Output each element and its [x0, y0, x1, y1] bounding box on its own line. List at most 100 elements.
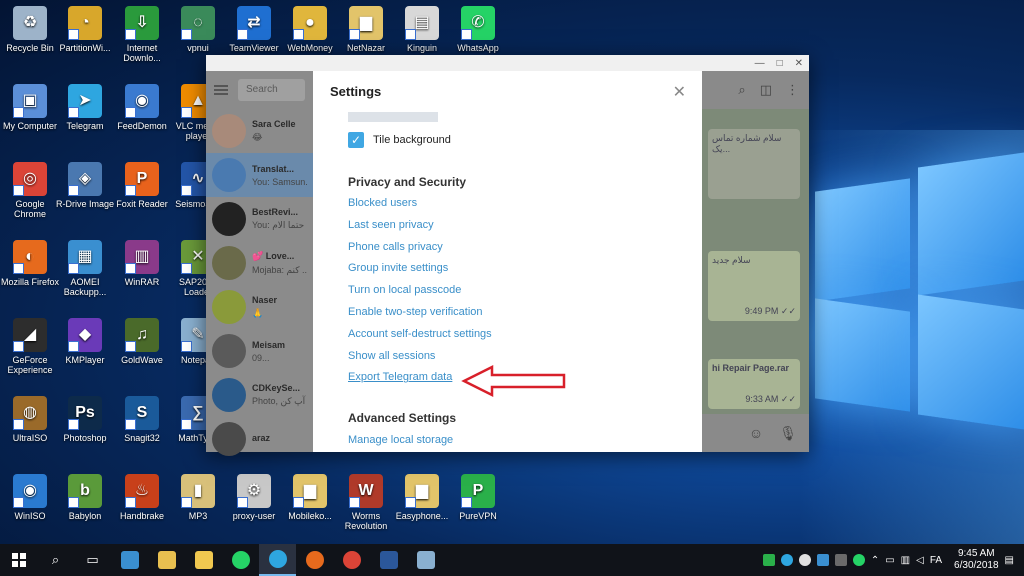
desktop-icon[interactable]: ▮ MP3	[168, 474, 228, 521]
volume-icon[interactable]: ◁	[916, 555, 924, 566]
taskbar-app-whatsapp[interactable]	[222, 544, 259, 576]
desktop-icon[interactable]: ♨ Handbrake	[112, 474, 172, 521]
avatar	[212, 422, 246, 456]
desktop-icon[interactable]: ♫ GoldWave	[112, 318, 172, 365]
menu-icon[interactable]	[214, 85, 228, 95]
tray-app-icon[interactable]	[762, 554, 775, 566]
desktop-icon[interactable]: ◔ PartitionWi...	[55, 6, 115, 53]
desktop-icon[interactable]: ⇩ Internet Downlo...	[112, 6, 172, 63]
desktop-icon[interactable]: Ps Photoshop	[55, 396, 115, 443]
close-icon[interactable]: ✕	[673, 82, 686, 102]
message-text: سلام شماره تماس یک...	[712, 133, 782, 154]
taskbar-app-word[interactable]	[370, 544, 407, 576]
desktop-icon-label: Mobileko...	[288, 511, 332, 521]
search-icon[interactable]: ⌕	[738, 82, 745, 98]
chevron-up-icon[interactable]: ⌃	[871, 555, 879, 566]
microphone-icon[interactable]: 🎙	[779, 425, 797, 442]
battery-icon[interactable]: ▭	[885, 555, 894, 566]
settings-link[interactable]: Group invite settings	[348, 262, 448, 274]
tray-telegram-icon[interactable]	[780, 554, 793, 566]
chat-list-item[interactable]: Naser 🙏	[206, 285, 313, 329]
desktop-icon[interactable]: ◉ FeedDemon	[112, 84, 172, 131]
desktop-icon[interactable]: W Worms Revolution	[336, 474, 396, 531]
desktop-icon[interactable]: ◈ R-Drive Image	[55, 162, 115, 209]
taskbar-app-chrome[interactable]	[333, 544, 370, 576]
app-icon: ➤	[68, 84, 102, 118]
settings-link[interactable]: Account self-destruct settings	[348, 328, 492, 340]
desktop-icon[interactable]: ⇄ TeamViewer	[224, 6, 284, 53]
desktop-icon[interactable]: ● WebMoney	[280, 6, 340, 53]
chat-list-item[interactable]: BestRevi... You: حتما الام	[206, 197, 313, 241]
desktop-icon[interactable]: ◎ Google Chrome	[0, 162, 60, 219]
app-icon: ▣	[13, 84, 47, 118]
chat-list-item[interactable]: CDKeySe... Photo, بک آپ کن	[206, 373, 313, 417]
tray-app-icon[interactable]	[852, 554, 865, 566]
desktop-icon[interactable]: ▆ Easyphone...	[392, 474, 452, 521]
desktop-icon[interactable]: ✆ WhatsApp	[448, 6, 508, 53]
chat-list-item[interactable]: Meisam 09...	[206, 329, 313, 373]
desktop-icon-label: WhatsApp	[457, 43, 499, 53]
desktop-icon[interactable]: ▆ NetNazar	[336, 6, 396, 53]
notifications-icon[interactable]: ▤	[1005, 555, 1014, 566]
clock-date: 6/30/2018	[954, 560, 999, 571]
search-input[interactable]: Search	[238, 79, 305, 101]
desktop-icon[interactable]: ◆ KMPlayer	[55, 318, 115, 365]
settings-link[interactable]: Last seen privacy	[348, 219, 434, 231]
desktop-icon[interactable]: ▦ AOMEI Backupp...	[55, 240, 115, 297]
message-composer[interactable]: ☺ 🎙	[702, 414, 809, 452]
desktop-icon[interactable]: P Foxit Reader	[112, 162, 172, 209]
desktop-icon[interactable]: b Babylon	[55, 474, 115, 521]
desktop-icon[interactable]: ◐ Mozilla Firefox	[0, 240, 60, 287]
windows-icon	[11, 553, 26, 567]
taskbar-app-firefox[interactable]	[296, 544, 333, 576]
settings-content[interactable]: ✓ Tile background Privacy and Security B…	[313, 112, 702, 452]
taskbar-app-file-explorer[interactable]	[185, 544, 222, 576]
desktop-icon[interactable]: ▆ Mobileko...	[280, 474, 340, 521]
desktop-icon[interactable]: ▤ Kinguin	[392, 6, 452, 53]
language-indicator[interactable]: FA	[930, 555, 942, 566]
desktop-icon[interactable]: ◉ WinISO	[0, 474, 60, 521]
tile-background-checkbox[interactable]: ✓	[348, 132, 364, 148]
sidebar-toggle-icon[interactable]: ◫	[760, 82, 772, 98]
desktop-icon[interactable]: P PureVPN	[448, 474, 508, 521]
maximize-icon[interactable]: □	[777, 58, 783, 69]
tray-app-icon[interactable]	[834, 554, 847, 566]
taskbar-app-telegram[interactable]	[259, 544, 296, 576]
window-titlebar[interactable]: — □ ✕	[206, 55, 809, 71]
chat-list-item[interactable]: Translat... You: Samsun...	[206, 153, 313, 197]
clock[interactable]: 9:45 AM 6/30/2018	[954, 548, 999, 572]
chat-list-item[interactable]: Sara Celle 😂	[206, 109, 313, 153]
settings-link[interactable]: Phone calls privacy	[348, 241, 443, 253]
more-icon[interactable]: ⋮	[786, 82, 799, 98]
desktop-icon[interactable]: ♻ Recycle Bin	[0, 6, 60, 53]
desktop-icon[interactable]: ◢ GeForce Experience	[0, 318, 60, 375]
desktop-icon[interactable]: ◌ vpnui	[168, 6, 228, 53]
settings-link[interactable]: Export Telegram data	[348, 371, 452, 383]
desktop-icon[interactable]: ⚙ proxy-user	[224, 474, 284, 521]
settings-link[interactable]: Show all sessions	[348, 350, 435, 362]
settings-link[interactable]: Enable two-step verification	[348, 306, 483, 318]
task-view-icon[interactable]: ▭	[74, 544, 111, 576]
desktop-icon[interactable]: ▣ My Computer	[0, 84, 60, 131]
minimize-icon[interactable]: —	[755, 58, 765, 69]
taskbar-app-explorer-screen[interactable]	[111, 544, 148, 576]
network-icon[interactable]: ▥	[901, 555, 910, 566]
tray-app-icon[interactable]	[798, 554, 811, 566]
desktop-icon[interactable]: ➤ Telegram	[55, 84, 115, 131]
taskbar-app-folder[interactable]	[148, 544, 185, 576]
tray-app-icon[interactable]	[816, 554, 829, 566]
settings-link[interactable]: Turn on local passcode	[348, 284, 461, 296]
taskbar-app-tool[interactable]	[407, 544, 444, 576]
close-window-icon[interactable]: ✕	[795, 58, 803, 69]
start-button[interactable]	[0, 544, 37, 576]
desktop-icon[interactable]: S Snagit32	[112, 396, 172, 443]
chat-list-item[interactable]: araz	[206, 417, 313, 461]
settings-link[interactable]: Manage local storage	[348, 434, 453, 446]
settings-link[interactable]: Blocked users	[348, 197, 417, 209]
desktop-icon[interactable]: ▥ WinRAR	[112, 240, 172, 287]
desktop-icon[interactable]: ◍ UltraISO	[0, 396, 60, 443]
tile-background-option[interactable]: ✓ Tile background	[348, 132, 451, 148]
search-taskbar-icon[interactable]: ⌕	[37, 544, 74, 576]
chat-list-item[interactable]: 💕 Love... Mojaba: کنم ...	[206, 241, 313, 285]
emoji-icon[interactable]: ☺	[749, 425, 763, 441]
